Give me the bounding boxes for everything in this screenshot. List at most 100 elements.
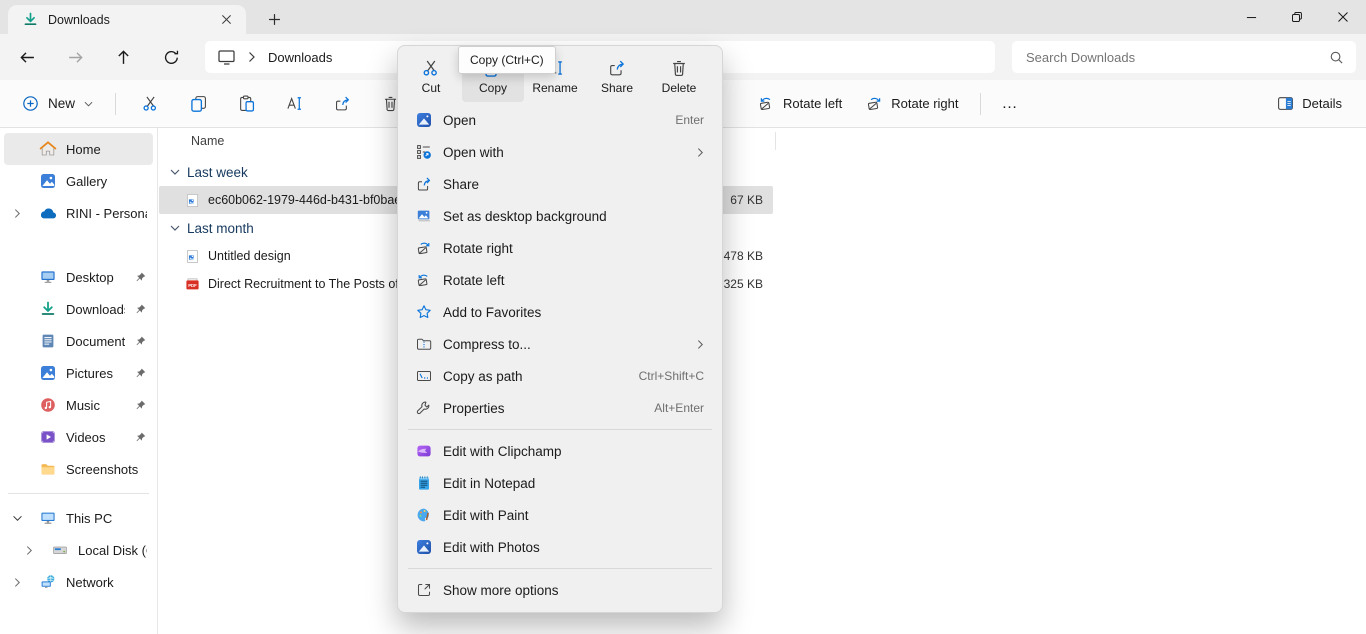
notepad-icon	[415, 475, 432, 491]
search-input[interactable]	[1024, 49, 1329, 66]
refresh-icon[interactable]	[156, 42, 186, 72]
menu-item-share[interactable]: Share	[402, 168, 718, 200]
menu-item-label: Edit with Photos	[443, 540, 540, 555]
local-disk-icon	[51, 542, 69, 558]
group-chevron-icon[interactable]	[170, 169, 180, 175]
toolbar-divider-2	[980, 93, 981, 115]
menu-item-edit-with-clipchamp[interactable]: Edit with Clipchamp	[402, 435, 718, 467]
clipchamp-icon	[415, 443, 432, 459]
sidebar-item-music[interactable]: Music	[4, 389, 153, 421]
sidebar-item-gallery[interactable]: Gallery	[4, 165, 153, 197]
chevron-down-icon	[84, 101, 93, 107]
quick-action-label: Copy	[479, 81, 507, 95]
menu-item-add-to-favorites[interactable]: Add to Favorites	[402, 296, 718, 328]
cut-icon[interactable]	[126, 87, 174, 121]
tab-title: Downloads	[48, 13, 204, 27]
see-more-icon[interactable]: …	[991, 95, 1028, 113]
collapse-chevron-icon[interactable]	[4, 515, 30, 522]
column-header-name[interactable]: Name	[191, 134, 224, 148]
rename-icon[interactable]	[270, 87, 318, 121]
menu-item-rotate-right[interactable]: Rotate right	[402, 232, 718, 264]
menu-item-show-more-options[interactable]: Show more options	[402, 574, 718, 606]
image-file-icon	[185, 193, 200, 208]
new-button[interactable]: New	[10, 87, 105, 121]
expand-chevron-icon[interactable]	[4, 577, 30, 588]
sidebar-item-desktop[interactable]: Desktop	[4, 261, 153, 293]
sidebar-item-onedrive[interactable]: RINI - Personal	[4, 197, 153, 229]
downloads-icon	[39, 301, 57, 317]
cut-icon	[422, 59, 440, 77]
minimize-icon[interactable]	[1228, 0, 1274, 34]
menu-item-copy-as-path[interactable]: Copy as path Ctrl+Shift+C	[402, 360, 718, 392]
menu-item-open[interactable]: Open Enter	[402, 104, 718, 136]
download-icon	[23, 12, 38, 27]
expand-chevron-icon[interactable]	[16, 545, 42, 556]
gallery-icon	[39, 173, 57, 189]
quick-action-label: Delete	[662, 81, 697, 95]
share-icon	[415, 176, 432, 192]
sidebar-item-screenshots[interactable]: Screenshots	[4, 453, 153, 485]
sidebar-separator	[8, 493, 149, 494]
menu-item-rotate-left[interactable]: Rotate left	[402, 264, 718, 296]
details-button[interactable]: Details	[1265, 87, 1354, 121]
svg-text:PDF: PDF	[188, 282, 197, 287]
sidebar-item-downloads[interactable]: Downloads	[4, 293, 153, 325]
menu-item-open-with[interactable]: Open with	[402, 136, 718, 168]
menu-item-label: Edit in Notepad	[443, 476, 535, 491]
sidebar-item-this-pc[interactable]: This PC	[4, 502, 153, 534]
menu-item-label: Compress to...	[443, 337, 531, 352]
breadcrumb-item[interactable]: Downloads	[268, 50, 332, 65]
share-icon[interactable]	[318, 87, 366, 121]
menu-item-edit-with-paint[interactable]: Edit with Paint	[402, 499, 718, 531]
sidebar-item-pictures[interactable]: Pictures	[4, 357, 153, 389]
sidebar-item-label: Network	[66, 575, 114, 590]
quick-action-label: Rename	[532, 81, 577, 95]
sidebar-item-local-disk[interactable]: Local Disk (C:)	[4, 534, 153, 566]
menu-item-edit-with-photos[interactable]: Edit with Photos	[402, 531, 718, 563]
expand-chevron-icon[interactable]	[4, 208, 30, 219]
paint-icon	[415, 507, 432, 523]
up-icon[interactable]	[108, 42, 138, 72]
group-chevron-icon[interactable]	[170, 225, 180, 231]
back-icon[interactable]	[12, 42, 42, 72]
rotate-right-button[interactable]: Rotate right	[854, 87, 970, 121]
paste-icon[interactable]	[222, 87, 270, 121]
forward-icon[interactable]	[60, 42, 90, 72]
search-box[interactable]	[1012, 41, 1356, 73]
delete-icon	[670, 59, 688, 77]
rotate-left-button[interactable]: Rotate left	[746, 87, 854, 121]
sidebar-item-videos[interactable]: Videos	[4, 421, 153, 453]
sidebar-item-documents[interactable]: Documents	[4, 325, 153, 357]
menu-item-compress-to[interactable]: Compress to...	[402, 328, 718, 360]
restore-icon[interactable]	[1274, 0, 1320, 34]
copy-icon[interactable]	[174, 87, 222, 121]
menu-item-properties[interactable]: Properties Alt+Enter	[402, 392, 718, 424]
photos-app-icon	[415, 539, 432, 555]
menu-item-label: Rotate left	[443, 273, 505, 288]
quick-cut-button[interactable]: Cut	[400, 51, 462, 102]
sidebar-item-network[interactable]: Network	[4, 566, 153, 598]
menu-item-edit-in-notepad[interactable]: Edit in Notepad	[402, 467, 718, 499]
quick-delete-button[interactable]: Delete	[648, 51, 710, 102]
close-window-icon[interactable]	[1320, 0, 1366, 34]
column-divider[interactable]	[775, 132, 776, 150]
this-pc-breadcrumb-icon[interactable]	[217, 49, 236, 66]
explorer-tab[interactable]: Downloads	[8, 5, 246, 34]
new-tab-icon[interactable]	[260, 6, 288, 32]
tab-close-icon[interactable]	[214, 8, 238, 32]
column-header-row: Name	[159, 128, 1366, 154]
open-with-icon	[415, 144, 432, 160]
menu-item-set-as-background[interactable]: Set as desktop background	[402, 200, 718, 232]
search-icon[interactable]	[1329, 50, 1344, 65]
sidebar-item-home[interactable]: Home	[4, 133, 153, 165]
menu-item-label: Copy as path	[443, 369, 523, 384]
star-icon	[415, 304, 432, 320]
navigation-pane: Home Gallery RINI - Personal Desktop	[0, 128, 158, 634]
rotate-right-icon	[415, 240, 432, 256]
menu-item-label: Show more options	[443, 583, 559, 598]
pin-icon	[134, 303, 147, 316]
chevron-right-icon[interactable]	[248, 51, 256, 63]
rotate-left-label: Rotate left	[783, 96, 842, 111]
quick-share-button[interactable]: Share	[586, 51, 648, 102]
sidebar-item-label: Documents	[66, 334, 125, 349]
